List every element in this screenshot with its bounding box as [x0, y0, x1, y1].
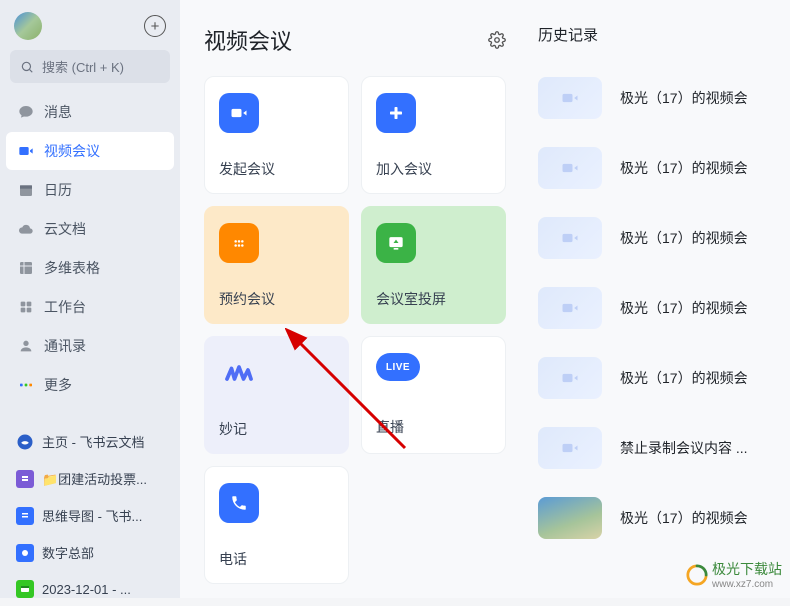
more-icon — [18, 377, 34, 393]
doc-item-digital-hq[interactable]: 数字总部 — [6, 535, 174, 570]
sidebar-item-workplace[interactable]: 工作台 — [6, 288, 174, 326]
video-thumb-icon — [538, 147, 602, 189]
calendar-dots-icon — [219, 223, 259, 263]
avatar[interactable] — [14, 12, 42, 40]
base-icon — [18, 260, 34, 276]
home-icon — [16, 433, 34, 451]
doc-icon — [16, 544, 34, 562]
video-thumb-icon — [538, 287, 602, 329]
video-thumb-icon — [538, 77, 602, 119]
sidebar-item-more[interactable]: 更多 — [6, 366, 174, 404]
minutes-icon — [219, 353, 259, 393]
gear-icon[interactable] — [488, 31, 506, 49]
history-item[interactable]: 极光（17）的视频会 — [538, 483, 790, 553]
sidebar-item-calendar[interactable]: 日历 — [6, 171, 174, 209]
plus-icon — [376, 93, 416, 133]
sidebar-item-video-meeting[interactable]: 视频会议 — [6, 132, 174, 170]
start-meeting-card[interactable]: 发起会议 — [204, 76, 349, 194]
doc-item-mindmap[interactable]: 思维导图 - 飞书... — [6, 498, 174, 533]
video-thumb-icon — [538, 357, 602, 399]
doc-icon — [16, 580, 34, 598]
phone-icon — [219, 483, 259, 523]
apps-icon — [18, 299, 34, 315]
doc-item-home[interactable]: 主页 - 飞书云文档 — [6, 424, 174, 459]
doc-icon — [16, 470, 34, 488]
doc-item-date[interactable]: 2023-12-01 - ... — [6, 572, 174, 606]
contacts-icon — [18, 338, 34, 354]
sidebar-item-cloud-docs[interactable]: 云文档 — [6, 210, 174, 248]
sidebar-item-contacts[interactable]: 通讯录 — [6, 327, 174, 365]
search-icon — [20, 60, 34, 74]
history-item[interactable]: 极光（17）的视频会 — [538, 63, 790, 133]
sidebar-item-base[interactable]: 多维表格 — [6, 249, 174, 287]
cast-icon — [376, 223, 416, 263]
phone-card[interactable]: 电话 — [204, 466, 349, 584]
search-input[interactable]: 搜索 (Ctrl + K) — [10, 50, 170, 83]
chat-icon — [18, 104, 34, 120]
page-title: 视频会议 — [204, 24, 292, 56]
schedule-meeting-card[interactable]: 预约会议 — [204, 206, 349, 324]
history-item[interactable]: 极光（17）的视频会 — [538, 133, 790, 203]
live-card[interactable]: LIVE 直播 — [361, 336, 506, 454]
history-item[interactable]: 禁止录制会议内容 ... — [538, 413, 790, 483]
search-placeholder: 搜索 (Ctrl + K) — [42, 57, 124, 76]
video-thumb-icon — [538, 427, 602, 469]
history-item[interactable]: 极光（17）的视频会 — [538, 343, 790, 413]
history-item[interactable]: 极光（17）的视频会 — [538, 203, 790, 273]
calendar-icon — [18, 182, 34, 198]
doc-icon — [16, 507, 34, 525]
cloud-doc-icon — [18, 221, 34, 237]
cast-screen-card[interactable]: 会议室投屏 — [361, 206, 506, 324]
sidebar-item-messages[interactable]: 消息 — [6, 93, 174, 131]
join-meeting-card[interactable]: 加入会议 — [361, 76, 506, 194]
video-icon — [18, 143, 34, 159]
add-button[interactable]: + — [144, 15, 166, 37]
history-item[interactable]: 极光（17）的视频会 — [538, 273, 790, 343]
minutes-card[interactable]: 妙记 — [204, 336, 349, 454]
history-title: 历史记录 — [538, 24, 790, 45]
live-icon: LIVE — [376, 353, 420, 381]
video-camera-icon — [219, 93, 259, 133]
video-thumb-image — [538, 497, 602, 539]
video-thumb-icon — [538, 217, 602, 259]
doc-item-vote[interactable]: 📁团建活动投票... — [6, 461, 174, 496]
